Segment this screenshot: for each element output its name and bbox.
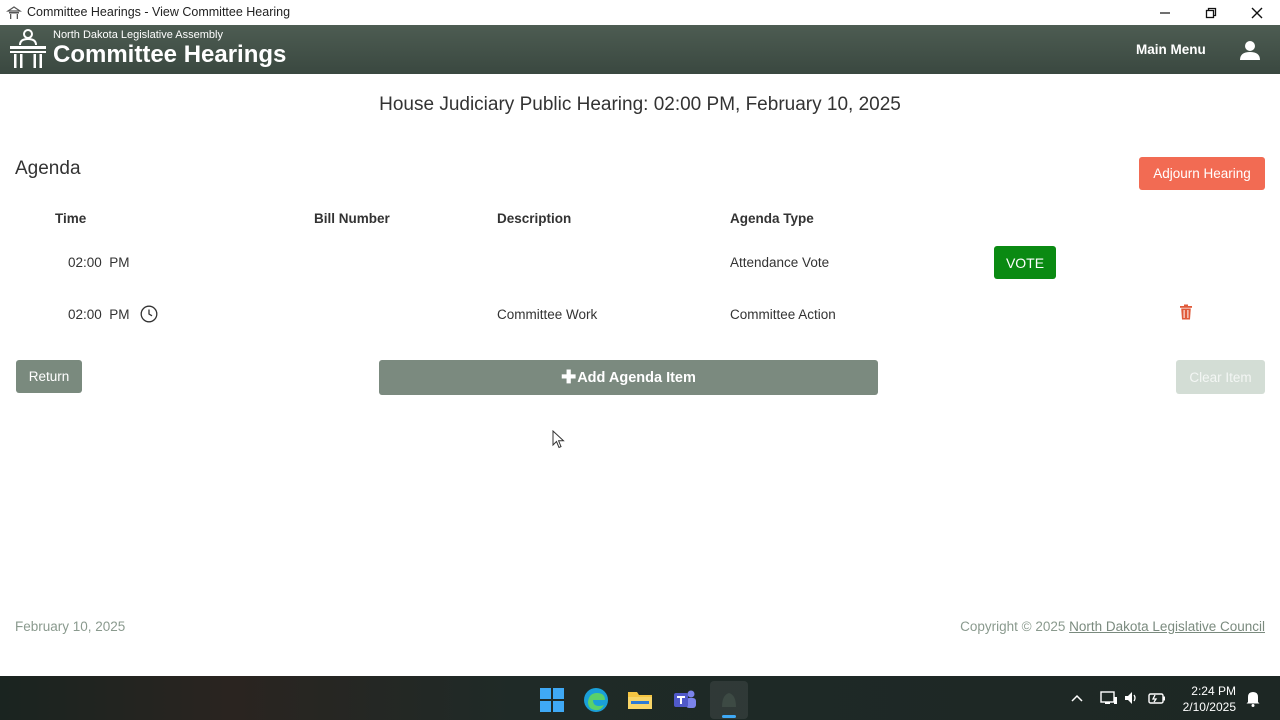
main-menu-link[interactable]: Main Menu xyxy=(1136,42,1206,57)
teams-icon[interactable] xyxy=(672,687,698,713)
minimize-icon xyxy=(1160,11,1170,14)
row-description: Committee Work xyxy=(497,307,598,322)
org-name: North Dakota Legislative Assembly xyxy=(53,29,223,41)
row-agenda-type: Attendance Vote xyxy=(730,255,830,270)
council-link[interactable]: North Dakota Legislative Council xyxy=(1069,619,1265,634)
app-icon xyxy=(6,6,22,19)
row-time: 02:00 PM xyxy=(68,307,130,322)
taskbar-date[interactable]: 2/10/2025 xyxy=(1176,700,1236,714)
edge-browser-icon[interactable] xyxy=(583,687,609,713)
chevron-up-icon[interactable] xyxy=(1070,688,1084,708)
active-indicator xyxy=(722,715,736,718)
row-time: 02:00 PM xyxy=(68,255,130,270)
column-header-description: Description xyxy=(497,211,572,226)
clock-icon[interactable] xyxy=(140,305,158,323)
hearing-title: House Judiciary Public Hearing: 02:00 PM… xyxy=(379,94,901,115)
windows-start-icon[interactable] xyxy=(539,687,565,713)
trash-icon[interactable] xyxy=(1179,304,1193,320)
restore-icon xyxy=(1205,7,1217,18)
minimize-button[interactable] xyxy=(1142,0,1188,25)
adjourn-hearing-button[interactable]: Adjourn Hearing xyxy=(1139,157,1265,190)
volume-icon[interactable] xyxy=(1123,688,1141,708)
row-agenda-type: Committee Action xyxy=(730,307,836,322)
footer-copyright: Copyright © 2025 North Dakota Legislativ… xyxy=(960,619,1265,634)
window-title: Committee Hearings - View Committee Hear… xyxy=(27,5,291,19)
copyright-text: Copyright © 2025 xyxy=(960,619,1070,634)
plus-icon: ✚ xyxy=(561,367,577,387)
app-title: Committee Hearings xyxy=(53,41,287,68)
active-app-tile[interactable] xyxy=(710,681,748,719)
footer-date: February 10, 2025 xyxy=(15,619,126,634)
taskbar-time[interactable]: 2:24 PM xyxy=(1188,684,1236,698)
close-button[interactable] xyxy=(1234,0,1280,25)
window-titlebar: Committee Hearings - View Committee Hear… xyxy=(0,0,1280,25)
file-explorer-icon[interactable] xyxy=(627,687,653,713)
mouse-pointer-icon xyxy=(552,430,565,449)
return-button[interactable]: Return xyxy=(16,360,82,393)
app-window-icon xyxy=(722,693,736,707)
app-header: North Dakota Legislative Assembly Commit… xyxy=(0,25,1280,74)
column-header-time: Time xyxy=(55,211,87,226)
add-agenda-item-label: Add Agenda Item xyxy=(577,369,696,386)
restore-button[interactable] xyxy=(1188,0,1234,25)
agenda-title: Agenda xyxy=(15,158,81,179)
vote-button[interactable]: VOTE xyxy=(994,246,1056,279)
column-header-bill-number: Bill Number xyxy=(314,211,390,226)
clear-item-button[interactable]: Clear Item xyxy=(1176,360,1265,394)
battery-icon[interactable] xyxy=(1147,688,1167,708)
column-header-agenda-type: Agenda Type xyxy=(730,211,814,226)
close-icon xyxy=(1251,7,1263,18)
add-agenda-item-button[interactable]: ✚ Add Agenda Item xyxy=(379,360,878,395)
notification-bell-icon[interactable] xyxy=(1245,688,1261,708)
capitol-logo-icon xyxy=(10,29,46,68)
network-icon[interactable] xyxy=(1100,688,1118,708)
user-icon[interactable] xyxy=(1239,39,1261,61)
